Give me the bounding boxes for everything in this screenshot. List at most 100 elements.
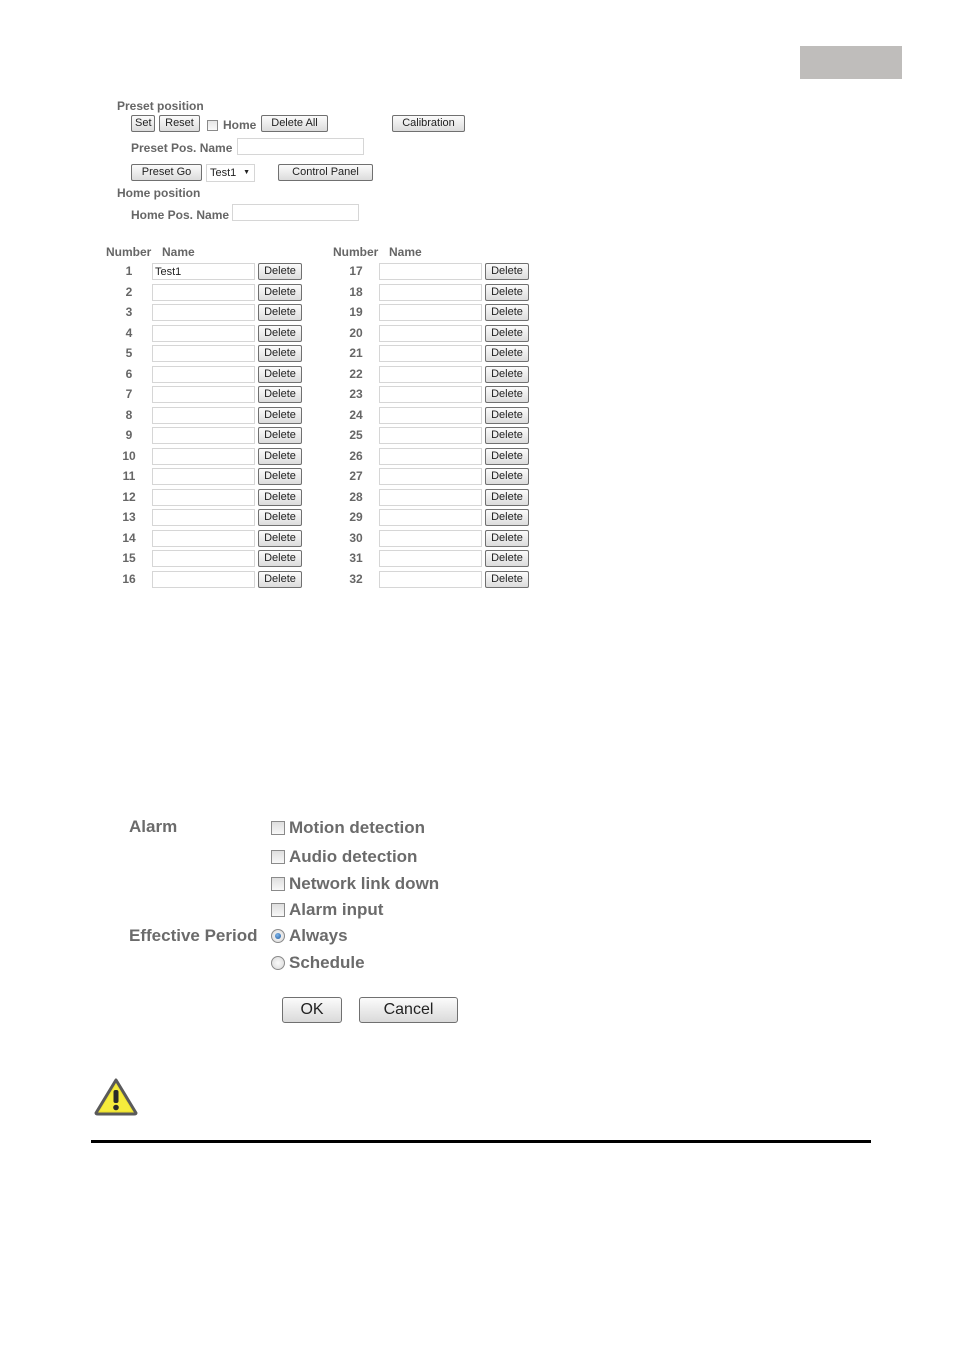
preset-number: 13 [122, 510, 136, 524]
alarm-option-checkbox[interactable] [271, 850, 285, 864]
delete-button[interactable]: Delete [258, 529, 302, 547]
calibration-button[interactable]: Calibration [392, 115, 465, 132]
control-panel-button[interactable]: Control Panel [278, 164, 373, 181]
delete-button[interactable]: Delete [485, 488, 529, 506]
delete-button[interactable]: Delete [485, 365, 529, 383]
delete-button[interactable]: Delete [258, 488, 302, 506]
preset-number: 32 [349, 571, 363, 586]
delete-button[interactable]: Delete [485, 427, 529, 444]
delete-button[interactable]: Delete [258, 550, 302, 567]
home-checkbox-label: Home [223, 118, 257, 132]
delete-all-button[interactable]: Delete All [261, 115, 328, 132]
effective-period-label: Effective Period [129, 926, 258, 945]
delete-button[interactable]: Delete [258, 427, 302, 444]
delete-button[interactable]: Delete [258, 509, 302, 526]
delete-button[interactable]: Delete [258, 386, 302, 403]
delete-button[interactable]: Delete [485, 324, 529, 342]
dropdown-arrow-icon: ▼ [243, 169, 250, 176]
preset-name-input[interactable] [379, 488, 482, 506]
preset-name-input[interactable] [152, 529, 255, 547]
preset-name-input[interactable] [152, 550, 255, 567]
preset-name-input[interactable] [379, 263, 482, 280]
delete-button[interactable]: Delete [258, 365, 302, 383]
preset-name-input[interactable] [152, 509, 255, 526]
delete-button[interactable]: Delete [485, 406, 529, 424]
preset-name-input[interactable] [152, 304, 255, 321]
preset-name-input[interactable] [152, 386, 255, 403]
delete-button[interactable]: Delete [258, 345, 302, 362]
preset-number: 5 [125, 346, 133, 360]
delete-button[interactable]: Delete [485, 570, 529, 588]
delete-button[interactable]: Delete [485, 468, 529, 485]
preset-number: 26 [349, 448, 363, 463]
preset-name-input[interactable] [152, 263, 255, 280]
delete-button[interactable]: Delete [258, 447, 302, 465]
period-radio[interactable] [271, 929, 285, 943]
page-header-tab [800, 46, 902, 79]
alarm-option-label: Audio detection [289, 847, 418, 866]
preset-name-input[interactable] [379, 304, 482, 321]
preset-number: 4 [125, 325, 133, 340]
warning-triangle-icon [94, 1078, 138, 1116]
delete-button[interactable]: Delete [258, 263, 302, 280]
delete-button[interactable]: Delete [258, 283, 302, 301]
delete-button[interactable]: Delete [485, 529, 529, 547]
preset-name-input[interactable] [379, 406, 482, 424]
preset-name-input[interactable] [152, 345, 255, 362]
cancel-button[interactable]: Cancel [359, 997, 458, 1023]
preset-name-input[interactable] [379, 427, 482, 444]
preset-number: 16 [122, 571, 136, 586]
preset-name-input[interactable] [379, 529, 482, 547]
preset-number: 18 [349, 284, 363, 299]
preset-name-input[interactable] [152, 365, 255, 383]
preset-name-input[interactable] [379, 468, 482, 485]
preset-number: 12 [122, 489, 136, 504]
delete-button[interactable]: Delete [485, 345, 529, 362]
delete-button[interactable]: Delete [485, 304, 529, 321]
preset-name-input[interactable] [379, 283, 482, 301]
preset-name-input[interactable] [379, 570, 482, 588]
preset-name-input[interactable] [379, 324, 482, 342]
preset-name-input[interactable] [379, 386, 482, 403]
preset-name-input[interactable] [152, 324, 255, 342]
delete-button[interactable]: Delete [258, 406, 302, 424]
preset-number: 8 [125, 407, 133, 422]
preset-name-input[interactable] [152, 427, 255, 444]
preset-name-input[interactable] [152, 488, 255, 506]
delete-button[interactable]: Delete [258, 304, 302, 321]
preset-name-input[interactable] [379, 345, 482, 362]
delete-button[interactable]: Delete [258, 468, 302, 485]
preset-name-input[interactable] [152, 570, 255, 588]
delete-button[interactable]: Delete [485, 263, 529, 280]
alarm-option-checkbox[interactable] [271, 821, 285, 835]
delete-button[interactable]: Delete [258, 570, 302, 588]
ok-button[interactable]: OK [282, 997, 342, 1023]
preset-number: 21 [349, 346, 363, 360]
preset-name-input[interactable] [379, 509, 482, 526]
home-pos-name-input[interactable] [232, 204, 359, 221]
delete-button[interactable]: Delete [485, 509, 529, 526]
preset-name-input[interactable] [152, 283, 255, 301]
horizontal-rule [91, 1140, 871, 1143]
preset-name-input[interactable] [379, 550, 482, 567]
alarm-option-checkbox[interactable] [271, 877, 285, 891]
set-button[interactable]: Set [131, 115, 155, 132]
preset-name-input[interactable] [379, 447, 482, 465]
preset-pos-name-input[interactable] [237, 138, 364, 155]
preset-name-input[interactable] [152, 447, 255, 465]
delete-button[interactable]: Delete [485, 283, 529, 301]
preset-name-input[interactable] [152, 406, 255, 424]
home-checkbox[interactable] [207, 120, 218, 131]
preset-name-input[interactable] [152, 468, 255, 485]
period-radio[interactable] [271, 956, 285, 970]
reset-button[interactable]: Reset [159, 115, 200, 132]
preset-go-button[interactable]: Preset Go [131, 164, 202, 181]
alarm-option-checkbox[interactable] [271, 903, 285, 917]
delete-button[interactable]: Delete [485, 386, 529, 403]
preset-name-input[interactable] [379, 365, 482, 383]
delete-button[interactable]: Delete [258, 324, 302, 342]
alarm-option-label: Alarm input [289, 900, 384, 919]
delete-button[interactable]: Delete [485, 447, 529, 465]
delete-button[interactable]: Delete [485, 550, 529, 567]
preset-select[interactable]: Test1 ▼ [206, 164, 255, 182]
